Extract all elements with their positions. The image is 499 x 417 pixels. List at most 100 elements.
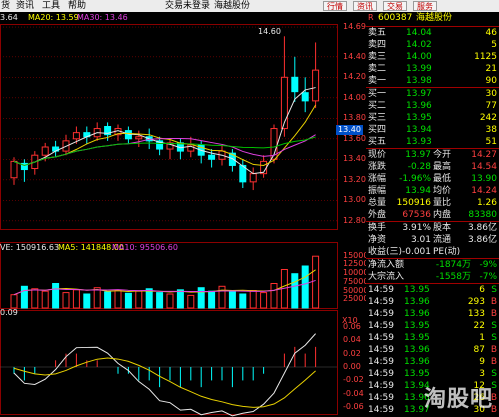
tick-row: 14:59 13.96 87 B bbox=[366, 344, 499, 356]
volume-bar bbox=[20, 285, 28, 309]
ask-volume: 1125 bbox=[474, 52, 497, 62]
news-tab-button[interactable]: 资讯 bbox=[353, 1, 377, 11]
tick-time: 14:59 bbox=[368, 345, 394, 355]
menu-item-trade[interactable]: 货 bbox=[1, 0, 10, 12]
volume-bar bbox=[228, 291, 236, 309]
bid-price: 13.94 bbox=[406, 125, 432, 135]
ask-price: 13.99 bbox=[406, 64, 432, 74]
candle-body bbox=[280, 76, 288, 130]
volume-bar bbox=[104, 291, 112, 309]
candle-body bbox=[208, 154, 216, 160]
ask-label: 卖一 bbox=[368, 76, 387, 86]
tick-volume: 9 bbox=[479, 357, 485, 367]
service-tab-button[interactable]: 服务 bbox=[413, 1, 437, 11]
volume-bar bbox=[10, 294, 18, 309]
bid-row[interactable]: 买三 13.95 242 bbox=[366, 112, 499, 124]
tick-price: 13.96 bbox=[404, 357, 430, 367]
fund-flow-amount: -1558万 bbox=[435, 272, 471, 282]
fundamental-value: 3.86亿 bbox=[467, 223, 497, 233]
tick-time: 14:59 bbox=[368, 321, 394, 331]
menu-item-tools[interactable]: 工具 bbox=[42, 0, 60, 12]
volume-ma-line bbox=[13, 279, 316, 296]
bid-row[interactable]: 买五 13.93 51 bbox=[366, 136, 499, 148]
tick-row: 14:59 13.95 3 S bbox=[366, 368, 499, 380]
stat-value: 83380 bbox=[468, 210, 497, 220]
bid-volume: 38 bbox=[485, 125, 497, 135]
stat-label: 总量 bbox=[368, 198, 387, 208]
stock-name: 海越股份 bbox=[416, 13, 453, 23]
volume-bar bbox=[218, 285, 226, 309]
stat-label: 外盘 bbox=[368, 210, 387, 220]
ask-row[interactable]: 卖二 13.99 21 bbox=[366, 63, 499, 75]
bid-price: 13.93 bbox=[406, 137, 432, 147]
fund-flow-row: 净流入额 -1874万 -9% bbox=[366, 259, 499, 271]
tick-row: 14:59 13.96 293 B bbox=[366, 296, 499, 308]
stat-row: 现价 13.97 今开 14.27 bbox=[366, 149, 499, 161]
stat-label: 涨跌 bbox=[368, 162, 387, 172]
stat-label: 量比 bbox=[433, 198, 452, 208]
stat-value: -1.96% bbox=[399, 174, 431, 184]
stock-code: 600387 bbox=[378, 13, 413, 23]
stat-label: 今开 bbox=[433, 150, 452, 160]
price-axis-label: 14.69 bbox=[343, 22, 366, 32]
ask-row[interactable]: 卖一 13.98 90 bbox=[366, 75, 499, 87]
bid-row[interactable]: 买四 13.94 38 bbox=[366, 124, 499, 136]
ask-label: 卖五 bbox=[368, 28, 387, 38]
ask-price: 13.98 bbox=[406, 76, 432, 86]
ask-row[interactable]: 卖三 14.00 1125 bbox=[366, 51, 499, 63]
bid-row[interactable]: 买二 13.96 77 bbox=[366, 100, 499, 112]
volume-bar bbox=[83, 293, 91, 309]
tick-volume: 133 bbox=[467, 309, 485, 319]
tick-time: 14:59 bbox=[368, 285, 394, 295]
tick-row: 14:59 13.95 1 S bbox=[366, 332, 499, 344]
fundamental-value: 3.01 bbox=[410, 235, 431, 245]
ask-volume: 21 bbox=[485, 64, 497, 74]
tick-side: S bbox=[491, 285, 497, 295]
trade-login-status[interactable]: 交易未登录 bbox=[165, 0, 210, 12]
panel-frame bbox=[0, 310, 338, 415]
stock-icon: R bbox=[368, 13, 374, 22]
menu-item-help[interactable]: 帮助 bbox=[68, 0, 86, 12]
volume-bar bbox=[301, 265, 309, 309]
volume-bar bbox=[166, 293, 174, 309]
ask-price: 14.04 bbox=[406, 28, 432, 38]
tick-side: S bbox=[491, 333, 497, 343]
volume-bar bbox=[176, 289, 184, 309]
bid-price: 13.95 bbox=[406, 113, 432, 123]
stock-header[interactable]: R 600387 海越股份 bbox=[366, 12, 499, 24]
quote-tab-button[interactable]: 行情 bbox=[323, 1, 347, 11]
stat-value: 14.24 bbox=[471, 186, 497, 196]
fund-flow-amount: -1874万 bbox=[435, 260, 471, 270]
macd-axis-label: 0.00 bbox=[343, 362, 361, 371]
tick-price: 13.95 bbox=[404, 333, 430, 343]
volume-bar bbox=[52, 283, 60, 309]
tick-time: 14:59 bbox=[368, 297, 394, 307]
candle-body bbox=[291, 76, 299, 93]
volume-bar bbox=[114, 290, 122, 309]
fund-flow-label: 净流入额 bbox=[368, 260, 405, 270]
fundamental-label: 净资 bbox=[368, 235, 387, 245]
ask-volume: 90 bbox=[485, 76, 497, 86]
macd-axis-label: -0.02 bbox=[343, 375, 364, 385]
candle-body bbox=[135, 136, 143, 140]
price-axis-label: 14.20 bbox=[343, 72, 366, 82]
window-title: 海越股份 bbox=[214, 1, 251, 11]
price-axis-label: 14.00 bbox=[343, 92, 366, 102]
menu-item-news[interactable]: 资讯 bbox=[16, 0, 34, 12]
tick-price: 13.95 bbox=[404, 369, 430, 379]
tick-price: 13.95 bbox=[404, 285, 430, 295]
ask-row[interactable]: 卖四 14.02 5 bbox=[366, 39, 499, 51]
stat-label: 最低 bbox=[433, 174, 452, 184]
fundamental-label: 流通 bbox=[433, 235, 452, 245]
stat-value: -0.28 bbox=[407, 162, 431, 172]
bid-volume: 242 bbox=[479, 113, 497, 123]
kline-chart-panel[interactable]: 3.64 MA20: 13.59 MA30: 13.46 14.60 VE: 1… bbox=[0, 12, 374, 417]
trade-tab-button[interactable]: 交易 bbox=[383, 1, 407, 11]
bid-label: 买四 bbox=[368, 125, 387, 135]
tick-time: 14:59 bbox=[368, 381, 394, 391]
bid-row[interactable]: 买一 13.97 30 bbox=[366, 88, 499, 100]
ask-row[interactable]: 卖五 14.04 46 bbox=[366, 27, 499, 39]
volume-bar bbox=[135, 290, 143, 309]
kline-chart[interactable] bbox=[0, 12, 365, 417]
tick-row: 14:59 13.95 6 S bbox=[366, 284, 499, 296]
